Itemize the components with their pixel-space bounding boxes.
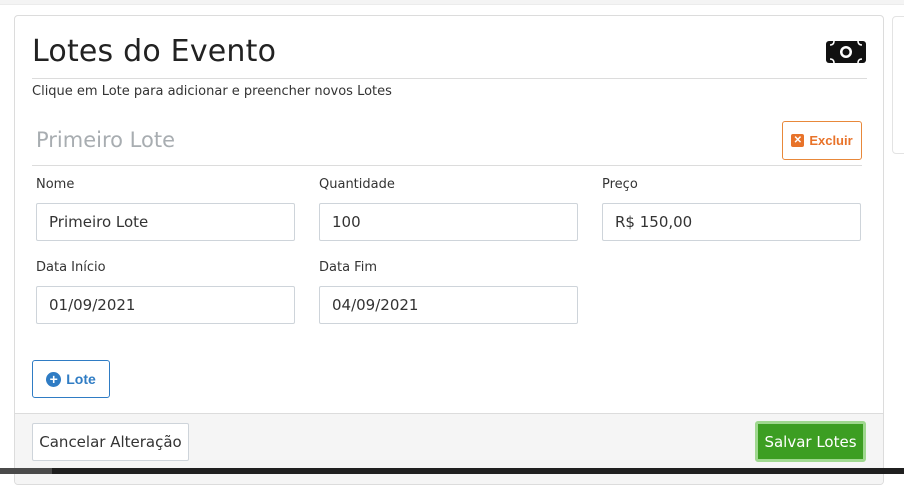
scrollbar-segment [0,468,52,474]
nome-label: Nome [36,177,75,192]
delete-lote-label: Excluir [809,133,853,148]
card-title: Lotes do Evento [32,34,277,69]
money-bill-icon [826,40,866,64]
save-lotes-button[interactable]: Salvar Lotes [755,421,866,462]
top-divider [0,0,904,5]
cancel-button[interactable]: Cancelar Alteração [32,423,189,461]
data-inicio-label: Data Início [36,260,106,275]
add-lote-label: Lote [66,371,96,387]
card-footer: Cancelar Alteração Salvar Lotes [15,413,883,484]
side-panel-edge [892,16,904,154]
close-square-icon: ✕ [791,134,805,147]
title-divider [32,78,867,79]
quantidade-input[interactable] [319,203,578,241]
add-lote-button[interactable]: + Lote [32,360,110,398]
preco-label: Preço [602,177,638,192]
card-subtitle: Clique em Lote para adicionar e preenche… [32,84,392,99]
quantidade-label: Quantidade [319,177,395,192]
lotes-card: Lotes do Evento Clique em Lote para adic… [14,15,884,485]
data-inicio-input[interactable] [36,286,295,324]
nome-input[interactable] [36,203,295,241]
lote-divider [32,165,862,166]
bottom-scrollbar [0,468,904,474]
lote-heading: Primeiro Lote [36,128,176,152]
plus-circle-icon: + [46,371,62,387]
data-fim-label: Data Fim [319,260,377,275]
delete-lote-button[interactable]: ✕ Excluir [782,121,862,160]
preco-input[interactable] [602,203,861,241]
data-fim-input[interactable] [319,286,578,324]
